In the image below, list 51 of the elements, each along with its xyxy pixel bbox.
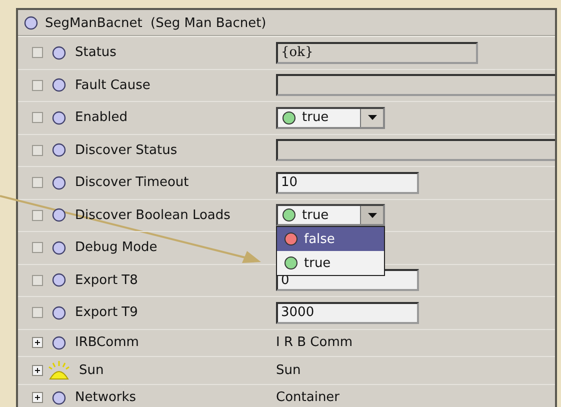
circle-icon <box>52 110 66 125</box>
property-label: Discover Boolean Loads <box>75 208 230 223</box>
menu-option[interactable]: false <box>277 227 384 252</box>
expand-icon[interactable] <box>32 364 43 376</box>
circle-icon <box>52 143 66 158</box>
property-value: I R B Comm <box>276 335 353 350</box>
component-title: SegManBacnet (Seg Man Bacnet) <box>45 16 266 30</box>
dropdown[interactable]: true <box>276 204 385 226</box>
circle-icon <box>52 208 66 222</box>
property-label: Enabled <box>75 110 128 126</box>
expander-box[interactable] <box>32 144 43 156</box>
property-label: Discover Timeout <box>75 175 189 190</box>
property-label: Status <box>75 45 116 60</box>
circle-icon <box>52 390 66 405</box>
property-label: Export T8 <box>75 272 138 288</box>
expander-box[interactable] <box>32 112 43 124</box>
property-label: Sun <box>79 362 104 378</box>
expander-box[interactable] <box>32 47 43 58</box>
expander-box[interactable] <box>32 80 43 91</box>
circle-icon <box>52 46 66 60</box>
circle-icon <box>52 336 66 350</box>
property-label: Discover Status <box>75 142 178 158</box>
property-value: Container <box>276 390 340 406</box>
expand-icon[interactable] <box>32 392 43 404</box>
property-label: IRBComm <box>75 335 139 350</box>
circle-icon <box>52 176 66 190</box>
expander-box[interactable] <box>32 210 43 221</box>
circle-icon <box>52 78 66 92</box>
expander-box[interactable] <box>32 242 43 254</box>
property-label: Networks <box>75 390 136 406</box>
property-label: Debug Mode <box>75 240 158 256</box>
circle-icon <box>24 16 38 30</box>
circle-icon <box>52 240 66 255</box>
property-value: Sun <box>276 362 301 378</box>
dropdown[interactable]: true <box>276 106 385 129</box>
caret-icon <box>368 212 376 218</box>
sun-icon <box>48 360 70 380</box>
input-field[interactable]: 3000 <box>276 302 419 324</box>
expander-box[interactable] <box>32 274 43 286</box>
expand-icon[interactable] <box>32 337 43 348</box>
circle-icon <box>52 273 66 288</box>
expander-box[interactable] <box>32 307 43 318</box>
status-field[interactable]: {ok} <box>276 42 478 64</box>
expander-box[interactable] <box>32 177 43 188</box>
input-field[interactable]: 10 <box>276 172 419 194</box>
circle-icon <box>52 306 66 320</box>
caret-icon <box>368 115 376 120</box>
readonly-field[interactable] <box>276 74 555 96</box>
property-label: Fault Cause <box>75 78 150 93</box>
readonly-field[interactable] <box>276 139 555 162</box>
property-label: Export T9 <box>75 305 138 320</box>
